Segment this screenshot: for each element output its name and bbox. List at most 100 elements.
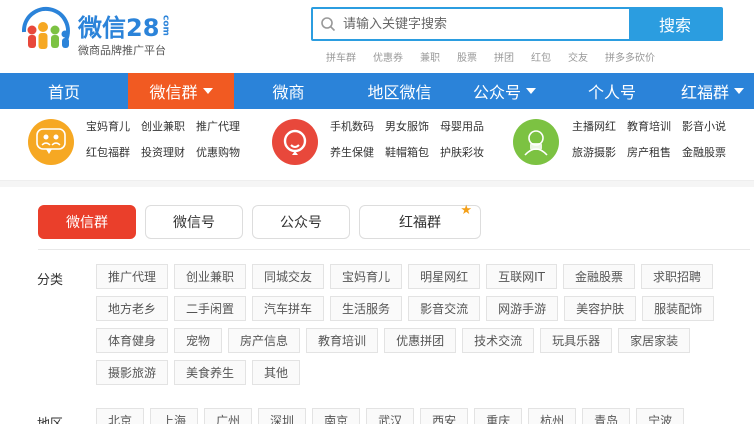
category-tag[interactable]: 地方老乡 <box>96 296 169 321</box>
quick-link[interactable]: 金融股票 <box>682 145 726 161</box>
region-tag[interactable]: 青岛 <box>582 408 631 424</box>
search-icon <box>313 9 343 39</box>
chevron-down-icon <box>202 88 213 94</box>
nav-personal-accounts[interactable]: 个人号 <box>553 73 671 109</box>
region-tag[interactable]: 北京 <box>96 408 145 424</box>
nav-regional-wechat[interactable]: 地区微信 <box>343 73 456 109</box>
wechat-group-icon[interactable] <box>28 119 74 165</box>
region-tag[interactable]: 广州 <box>204 408 253 424</box>
nav-red-fortune-groups[interactable]: 红福群 <box>671 73 754 109</box>
category-tag[interactable]: 服装配饰 <box>642 296 715 321</box>
category-tag[interactable]: 教育培训 <box>306 328 379 353</box>
region-tag[interactable]: 重庆 <box>474 408 523 424</box>
quick-link[interactable]: 母婴用品 <box>440 119 484 135</box>
category-tag[interactable]: 优惠拼团 <box>384 328 457 353</box>
nav-weishang[interactable]: 微商 <box>234 73 343 109</box>
category-tag[interactable]: 二手闲置 <box>174 296 247 321</box>
category-tag[interactable]: 生活服务 <box>330 296 403 321</box>
search-box: 搜索 <box>311 7 723 41</box>
search-button[interactable]: 搜索 <box>629 9 721 39</box>
hotword-link[interactable]: 交友 <box>568 49 588 64</box>
category-tag[interactable]: 汽车拼车 <box>252 296 325 321</box>
nav-label: 公众号 <box>472 83 521 102</box>
quick-link[interactable]: 推广代理 <box>196 119 240 135</box>
category-tag[interactable]: 玩具乐器 <box>540 328 613 353</box>
region-tag[interactable]: 南京 <box>312 408 361 424</box>
category-tag[interactable]: 宝妈育儿 <box>330 264 403 289</box>
category-tag[interactable]: 求职招聘 <box>640 264 713 289</box>
category-tag[interactable]: 宠物 <box>174 328 223 353</box>
logo-people-icon <box>21 6 70 49</box>
quick-links-group-1: 宝妈育儿 创业兼职 推广代理 红包福群 投资理财 优惠购物 <box>86 119 240 161</box>
category-tag[interactable]: 体育健身 <box>96 328 169 353</box>
category-tag[interactable]: 网游手游 <box>486 296 559 321</box>
hotword-link[interactable]: 红包 <box>531 49 551 64</box>
category-tag[interactable]: 摄影旅游 <box>96 360 169 385</box>
category-tag[interactable]: 互联网IT <box>486 264 557 289</box>
category-tag[interactable]: 美食养生 <box>174 360 247 385</box>
weishang-icon[interactable] <box>272 119 318 165</box>
region-tag[interactable]: 武汉 <box>366 408 415 424</box>
tab-label: 公众号 <box>280 215 322 231</box>
quick-links-group-2: 手机数码 男女服饰 母婴用品 养生保健 鞋帽箱包 护肤彩妆 <box>330 119 484 161</box>
tab-wechat-groups[interactable]: 微信群 <box>38 205 136 239</box>
hotword-link[interactable]: 兼职 <box>420 49 440 64</box>
site-logo[interactable]: 微信28com 微商品牌推广平台 <box>18 6 183 62</box>
category-tag[interactable]: 技术交流 <box>462 328 535 353</box>
region-tag[interactable]: 宁波 <box>636 408 685 424</box>
quick-link[interactable]: 护肤彩妆 <box>440 145 484 161</box>
tab-label: 微信群 <box>66 215 108 231</box>
tab-official-accounts[interactable]: 公众号 <box>252 205 350 239</box>
category-tag[interactable]: 其他 <box>252 360 301 385</box>
category-tag[interactable]: 家居家装 <box>618 328 691 353</box>
nav-official-accounts[interactable]: 公众号 <box>456 73 553 109</box>
region-tag[interactable]: 西安 <box>420 408 469 424</box>
category-tag[interactable]: 创业兼职 <box>174 264 247 289</box>
quick-link[interactable]: 旅游摄影 <box>572 145 616 161</box>
quick-link[interactable]: 男女服饰 <box>385 119 429 135</box>
search-input[interactable] <box>343 9 629 39</box>
nav-home[interactable]: 首页 <box>0 73 128 109</box>
quick-link[interactable]: 宝妈育儿 <box>86 119 130 135</box>
region-tag[interactable]: 深圳 <box>258 408 307 424</box>
nav-label: 微商 <box>272 83 305 102</box>
hotword-link[interactable]: 拼团 <box>494 49 514 64</box>
quick-link[interactable]: 创业兼职 <box>141 119 185 135</box>
quick-link[interactable]: 教育培训 <box>627 119 671 135</box>
nav-label: 红福群 <box>680 83 729 102</box>
quick-link[interactable]: 房产租售 <box>627 145 671 161</box>
region-tag[interactable]: 杭州 <box>528 408 577 424</box>
hotword-link[interactable]: 拼车群 <box>326 49 356 64</box>
nav-wechat-groups[interactable]: 微信群 <box>128 73 234 109</box>
quick-link[interactable]: 鞋帽箱包 <box>385 145 429 161</box>
quick-links: 宝妈育儿 创业兼职 推广代理 红包福群 投资理财 优惠购物 手机数码 男女服饰 母婴用品 养… <box>0 109 754 181</box>
category-tag[interactable]: 房产信息 <box>228 328 301 353</box>
header: 微信28com 微商品牌推广平台 搜索 拼车群 优惠券 兼职 股票 拼团 红包 交友 拼多多砍… <box>0 0 754 73</box>
hotword-link[interactable]: 拼多多砍价 <box>605 49 655 64</box>
category-tag[interactable]: 金融股票 <box>562 264 635 289</box>
quick-link[interactable]: 手机数码 <box>330 119 374 135</box>
category-tag[interactable]: 明星网红 <box>408 264 481 289</box>
category-tag[interactable]: 同城交友 <box>252 264 325 289</box>
quick-link[interactable]: 影音小说 <box>682 119 726 135</box>
type-tabs: 微信群 微信号 公众号 红福群 ★ <box>38 203 490 239</box>
hotword-link[interactable]: 股票 <box>457 49 477 64</box>
nav-label: 微信群 <box>149 83 198 102</box>
hotword-link[interactable]: 优惠券 <box>373 49 403 64</box>
divider <box>38 249 750 250</box>
category-tag[interactable]: 推广代理 <box>96 264 169 289</box>
quick-link[interactable]: 养生保健 <box>330 145 374 161</box>
category-tag[interactable]: 美容护肤 <box>564 296 637 321</box>
quick-link[interactable]: 红包福群 <box>86 145 130 161</box>
region-tag[interactable]: 上海 <box>150 408 199 424</box>
quick-link[interactable]: 优惠购物 <box>196 145 240 161</box>
nav-label: 首页 <box>47 83 80 102</box>
category-tag[interactable]: 影音交流 <box>408 296 481 321</box>
tab-wechat-ids[interactable]: 微信号 <box>145 205 243 239</box>
nav-label: 个人号 <box>587 83 636 102</box>
wechat-account-icon[interactable] <box>513 119 559 165</box>
hot-keywords: 拼车群 优惠券 兼职 股票 拼团 红包 交友 拼多多砍价 <box>326 49 672 64</box>
quick-link[interactable]: 主播网红 <box>572 119 616 135</box>
quick-link[interactable]: 投资理财 <box>141 145 185 161</box>
tab-red-fortune-groups[interactable]: 红福群 ★ <box>359 203 481 239</box>
